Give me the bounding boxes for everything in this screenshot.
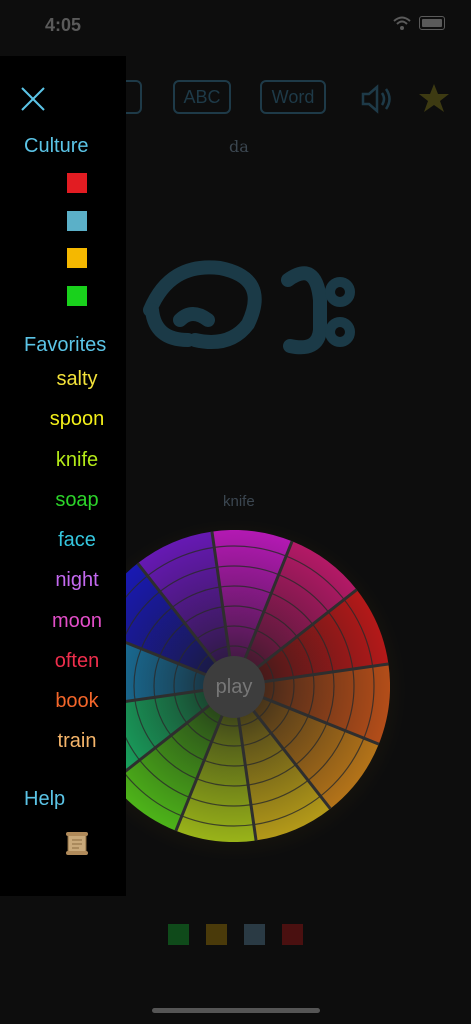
selected-color-2[interactable] (206, 924, 227, 945)
romanization-text: da (229, 137, 249, 156)
favorite-item[interactable]: knife (14, 449, 140, 472)
selected-color-3[interactable] (244, 924, 265, 945)
battery-icon (419, 16, 445, 30)
status-bar: 4:05 (0, 0, 471, 52)
star-icon[interactable] (418, 82, 450, 114)
favorite-item[interactable]: soap (14, 489, 140, 512)
favorite-item[interactable]: spoon (14, 408, 140, 431)
wifi-icon (393, 16, 411, 30)
side-drawer: Culture Favorites salty spoon knife soap… (0, 56, 126, 896)
favorite-item[interactable]: salty (14, 368, 140, 391)
selected-color-4[interactable] (282, 924, 303, 945)
favorite-item[interactable]: often (14, 650, 140, 673)
word-label: knife (223, 493, 255, 510)
speaker-icon[interactable] (360, 84, 394, 114)
favorite-item[interactable]: night (14, 569, 140, 592)
culture-swatch-4[interactable] (67, 286, 87, 306)
status-icons (393, 16, 445, 30)
favorite-item[interactable]: moon (14, 610, 140, 633)
culture-swatch-1[interactable] (67, 173, 87, 193)
selected-color-1[interactable] (168, 924, 189, 945)
status-time: 4:05 (45, 15, 82, 35)
culture-swatch-3[interactable] (67, 248, 87, 268)
culture-title: Culture (24, 135, 89, 157)
close-icon[interactable] (20, 86, 46, 112)
mode-abc-button[interactable]: ABC (173, 80, 231, 114)
scroll-icon[interactable] (64, 830, 90, 856)
selected-colors (168, 924, 303, 945)
play-button[interactable]: play (203, 656, 265, 718)
help-title: Help (24, 788, 66, 810)
favorite-item[interactable]: book (14, 690, 140, 713)
favorite-item[interactable]: train (14, 730, 140, 753)
favorite-item[interactable]: face (14, 529, 140, 552)
letter-glyph (143, 260, 355, 355)
favorites-title: Favorites (24, 334, 107, 356)
mode-word-button[interactable]: Word (260, 80, 326, 114)
home-indicator (152, 1008, 320, 1013)
culture-swatch-2[interactable] (67, 211, 87, 231)
